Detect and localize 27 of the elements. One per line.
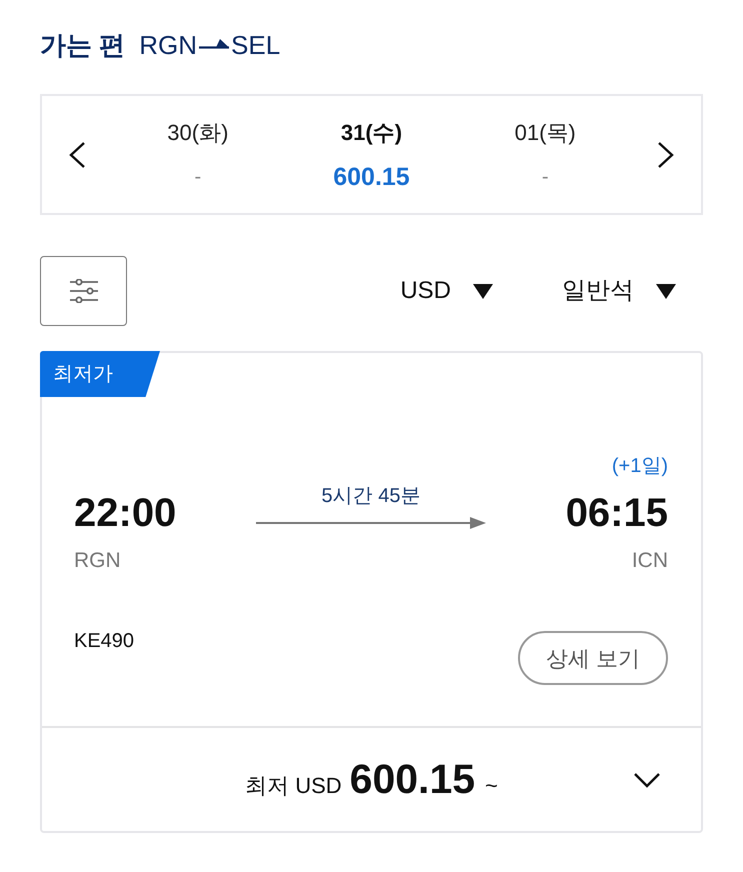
fare-label: 최저 USD [245,772,342,800]
caret-down-icon [473,284,493,298]
filter-button[interactable] [40,256,127,326]
flight-duration: 5시간 45분 [322,484,420,509]
date-tab[interactable]: 31(수) 600.15 [333,118,410,192]
date-tab[interactable]: 30(화) - [167,118,228,192]
currency-dropdown[interactable]: USD [400,276,493,306]
date-tab[interactable]: 01(목) - [514,118,576,192]
departure-time: 22:00 [74,490,176,537]
sliders-icon [68,279,98,303]
arrival-time: 06:15 [566,490,668,537]
chevron-left-icon [68,140,86,168]
fare-amount: 600.15 [350,754,476,804]
next-day-note: (+1일) [612,454,668,479]
fare-tilde: ~ [485,772,498,800]
cabin-class-dropdown[interactable]: 일반석 [562,276,676,306]
destination-code: SEL [231,29,280,62]
flight-number: KE490 [74,629,134,653]
chevron-right-icon [657,140,675,168]
caret-down-icon [656,284,676,298]
arrow-icon [199,36,230,50]
departure-airport: RGN [74,548,121,574]
arrival-airport: ICN [632,548,668,574]
section-title: 가는 편 [40,29,126,62]
origin-code: RGN [139,29,198,62]
details-button[interactable]: 상세 보기 [518,631,668,685]
lowest-fare-badge: 최저가 [40,351,160,397]
